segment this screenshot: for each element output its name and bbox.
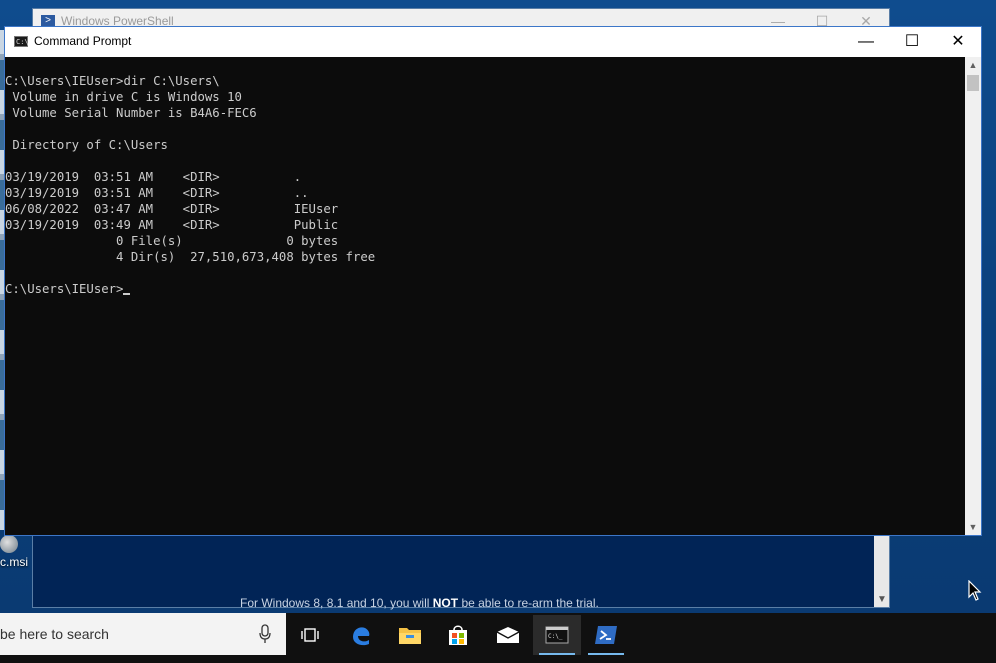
search-box[interactable]: be here to search — [0, 613, 286, 655]
close-button[interactable]: ✕ — [935, 27, 981, 57]
scroll-down-icon[interactable]: ▼ — [965, 519, 981, 535]
console-line: 4 Dir(s) 27,510,673,408 bytes free — [5, 250, 376, 264]
command-prompt-icon: C:\_ — [545, 626, 569, 644]
text-cursor — [123, 293, 131, 295]
task-view-icon — [301, 628, 319, 642]
minimize-button[interactable]: — — [843, 27, 889, 57]
mouse-pointer-icon — [968, 580, 982, 601]
powershell-text-before: For Windows 8, 8.1 and 10, you will — [240, 596, 433, 610]
console-line: 0 File(s) 0 bytes — [5, 234, 339, 248]
command-prompt-taskbar-button[interactable]: C:\_ — [533, 615, 581, 655]
taskbar: be here to search C:\_ — [0, 613, 996, 663]
powershell-taskbar-button[interactable] — [582, 615, 630, 655]
console-line: Volume Serial Number is B4A6-FEC6 — [5, 106, 257, 120]
cmd-scrollbar[interactable]: ▲ ▼ — [965, 57, 981, 535]
console-line: 03/19/2019 03:51 AM <DIR> . — [5, 170, 302, 184]
edge-icon — [353, 627, 370, 646]
scroll-up-icon[interactable]: ▲ — [965, 57, 981, 73]
active-indicator — [539, 653, 575, 655]
open-indicator — [588, 653, 624, 655]
console-line: Volume in drive C is Windows 10 — [5, 90, 242, 104]
microphone-icon[interactable] — [258, 624, 272, 644]
console-line: 03/19/2019 03:49 AM <DIR> Public — [5, 218, 339, 232]
installer-icon[interactable] — [0, 535, 18, 553]
cmd-app-icon: C:\ — [14, 36, 29, 47]
mail-button[interactable] — [484, 615, 532, 655]
folder-icon — [399, 628, 421, 644]
powershell-text-bold: NOT — [432, 596, 459, 610]
scroll-down-icon[interactable]: ▼ — [877, 594, 887, 605]
console-prompt: C:\Users\IEUser> — [5, 282, 124, 296]
cmd-titlebar[interactable]: C:\ Command Prompt — ☐ ✕ — [5, 27, 981, 57]
search-placeholder: be here to search — [0, 626, 109, 642]
store-button[interactable] — [434, 615, 482, 655]
console-line: 06/08/2022 03:47 AM <DIR> IEUser — [5, 202, 339, 216]
file-explorer-button[interactable] — [386, 615, 434, 655]
desktop-icon-label[interactable]: c.msi — [0, 555, 28, 569]
cmd-title: Command Prompt — [34, 34, 132, 48]
powershell-text-after: be able to re-arm the trial. — [458, 596, 599, 610]
task-view-button[interactable] — [286, 615, 334, 655]
powershell-output-text: For Windows 8, 8.1 and 10, you will NOT … — [240, 596, 599, 610]
store-icon — [449, 625, 467, 645]
scrollbar-thumb[interactable] — [967, 75, 979, 91]
console-prompt-line[interactable]: C:\Users\IEUser> — [5, 281, 131, 297]
svg-text:C:\_: C:\_ — [548, 633, 563, 640]
console-line: Directory of C:\Users — [5, 138, 168, 152]
console-line: C:\Users\IEUser>dir C:\Users\ — [5, 74, 220, 88]
console-line: 03/19/2019 03:51 AM <DIR> .. — [5, 186, 309, 200]
mail-icon — [496, 627, 520, 643]
command-prompt-window[interactable]: C:\ Command Prompt — ☐ ✕ C:\Users\IEUser… — [4, 26, 982, 536]
edge-button[interactable] — [337, 615, 385, 655]
maximize-button[interactable]: ☐ — [889, 27, 935, 57]
console-output[interactable]: C:\Users\IEUser>dir C:\Users\ Volume in … — [5, 57, 965, 535]
powershell-icon — [595, 626, 617, 644]
desktop: c.msi > Windows PowerShell — ☐ ✕ ▼ For W… — [0, 0, 996, 613]
